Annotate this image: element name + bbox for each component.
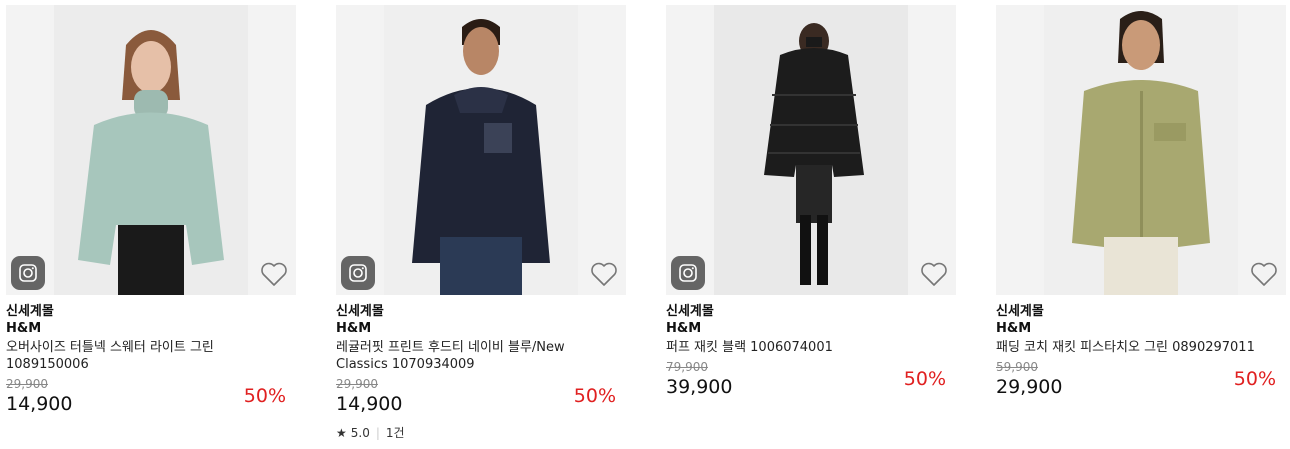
product-photo <box>54 5 248 295</box>
product-photo <box>714 5 908 295</box>
star-icon: ★ <box>336 425 347 440</box>
product-card[interactable]: 신세계몰 H&M 패딩 코치 재킷 피스타치오 그린 0890297011 59… <box>996 5 1286 445</box>
heart-icon[interactable] <box>920 261 948 287</box>
product-card[interactable]: 신세계몰 H&M 퍼프 재킷 블랙 1006074001 79,900 39,9… <box>666 5 956 445</box>
product-card[interactable]: 신세계몰 H&M 레귤러핏 프린트 후드티 네이비 블루/New Classic… <box>336 5 626 445</box>
heart-icon[interactable] <box>1250 261 1278 287</box>
product-card[interactable]: 신세계몰 H&M 오버사이즈 터틀넥 스웨터 라이트 그린 1089150006… <box>6 5 296 445</box>
brand-name[interactable]: H&M <box>996 320 1286 337</box>
product-title[interactable]: 오버사이즈 터틀넥 스웨터 라이트 그린 1089150006 <box>6 339 271 373</box>
product-image[interactable] <box>336 5 626 295</box>
discount-rate: 50% <box>1233 368 1276 390</box>
review-count[interactable]: 1건 <box>386 424 405 441</box>
product-image[interactable] <box>996 5 1286 295</box>
rating-divider: | <box>375 425 380 440</box>
product-title[interactable]: 레귤러핏 프린트 후드티 네이비 블루/New Classics 1070934… <box>336 339 601 373</box>
camera-icon[interactable] <box>671 256 705 290</box>
discount-rate: 50% <box>573 385 616 407</box>
product-title[interactable]: 퍼프 재킷 블랙 1006074001 <box>666 339 931 356</box>
mall-name: 신세계몰 <box>996 304 1044 319</box>
sale-price: 14,900 <box>6 393 73 415</box>
product-image[interactable] <box>666 5 956 295</box>
camera-icon[interactable] <box>11 256 45 290</box>
product-photo <box>1044 5 1238 295</box>
heart-icon[interactable] <box>260 261 288 287</box>
rating: ★ 5.0 | 1건 <box>336 424 626 441</box>
discount-rate: 50% <box>903 368 946 390</box>
mall-name: 신세계몰 <box>666 304 714 319</box>
brand-name[interactable]: H&M <box>6 320 296 337</box>
rating-score: 5.0 <box>350 425 370 440</box>
mall-name: 신세계몰 <box>336 304 384 319</box>
product-grid: 신세계몰 H&M 오버사이즈 터틀넥 스웨터 라이트 그린 1089150006… <box>0 0 1290 449</box>
sale-price: 39,900 <box>666 376 733 398</box>
product-image[interactable] <box>6 5 296 295</box>
camera-icon[interactable] <box>341 256 375 290</box>
sale-price: 14,900 <box>336 393 403 415</box>
brand-name[interactable]: H&M <box>336 320 626 337</box>
heart-icon[interactable] <box>590 261 618 287</box>
product-title[interactable]: 패딩 코치 재킷 피스타치오 그린 0890297011 <box>996 339 1261 356</box>
brand-name[interactable]: H&M <box>666 320 956 337</box>
discount-rate: 50% <box>243 385 286 407</box>
mall-name: 신세계몰 <box>6 304 54 319</box>
sale-price: 29,900 <box>996 376 1063 398</box>
product-photo <box>384 5 578 295</box>
